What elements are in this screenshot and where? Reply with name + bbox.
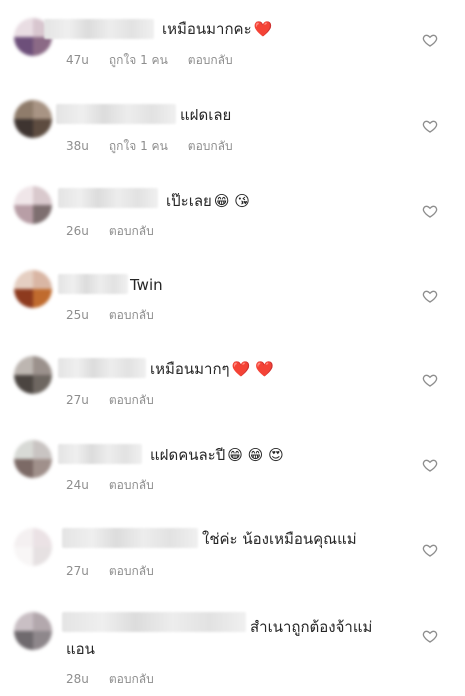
comment-text: เป๊ะเลย 😁 😘 bbox=[166, 192, 250, 210]
comment-time: 26u bbox=[66, 224, 89, 238]
likes-count[interactable]: ถูกใจ 1 คน bbox=[109, 53, 168, 67]
comment-time: 47u bbox=[66, 53, 89, 67]
heart-emoji: ❤️ bbox=[253, 20, 273, 38]
comment-meta: 28u ตอบกลับ bbox=[66, 670, 174, 689]
username-redacted[interactable] bbox=[58, 188, 158, 208]
avatar[interactable] bbox=[14, 186, 52, 224]
username-redacted[interactable] bbox=[44, 19, 154, 39]
username-redacted[interactable] bbox=[58, 358, 146, 378]
avatar[interactable] bbox=[14, 612, 52, 650]
avatar[interactable] bbox=[14, 528, 52, 566]
avatar[interactable] bbox=[14, 440, 52, 478]
comment-meta: 47u ถูกใจ 1 คน ตอบกลับ bbox=[66, 51, 253, 70]
reply-button[interactable]: ตอบกลับ bbox=[109, 478, 154, 492]
comment-text-continued: แอน bbox=[66, 640, 95, 658]
comment-time: 27u bbox=[66, 393, 89, 407]
reply-button[interactable]: ตอบกลับ bbox=[109, 308, 154, 322]
comment-text: เหมือนมากคะ ❤️ bbox=[162, 20, 273, 38]
username-redacted[interactable] bbox=[62, 528, 198, 548]
reply-button[interactable]: ตอบกลับ bbox=[109, 393, 154, 407]
comment-time: 24u bbox=[66, 478, 89, 492]
comment-time: 38u bbox=[66, 139, 89, 153]
like-heart-icon[interactable] bbox=[422, 628, 438, 644]
like-heart-icon[interactable] bbox=[422, 32, 438, 48]
comment-text: แฝดเลย bbox=[180, 106, 232, 124]
like-heart-icon[interactable] bbox=[422, 372, 438, 388]
comment-time: 27u bbox=[66, 564, 89, 578]
emoji: 😁 😁 😍 bbox=[227, 446, 284, 464]
avatar[interactable] bbox=[14, 100, 52, 138]
reply-button[interactable]: ตอบกลับ bbox=[188, 139, 233, 153]
username-redacted[interactable] bbox=[58, 274, 128, 294]
heart-emoji: ❤️ ❤️ bbox=[231, 360, 274, 378]
like-heart-icon[interactable] bbox=[422, 118, 438, 134]
comment-meta: 26u ตอบกลับ bbox=[66, 222, 174, 241]
emoji: 😁 😘 bbox=[213, 192, 250, 210]
comment-meta: 27u ตอบกลับ bbox=[66, 562, 174, 581]
comment-meta: 38u ถูกใจ 1 คน ตอบกลับ bbox=[66, 137, 253, 156]
reply-button[interactable]: ตอบกลับ bbox=[109, 564, 154, 578]
avatar[interactable] bbox=[14, 356, 52, 394]
reply-button[interactable]: ตอบกลับ bbox=[188, 53, 233, 67]
reply-button[interactable]: ตอบกลับ bbox=[109, 224, 154, 238]
comment-time: 25u bbox=[66, 308, 89, 322]
comment-text: ใช่ค่ะ น้องเหมือนคุณแม่ bbox=[202, 530, 357, 548]
like-heart-icon[interactable] bbox=[422, 457, 438, 473]
comment-meta: 27u ตอบกลับ bbox=[66, 391, 174, 410]
like-heart-icon[interactable] bbox=[422, 288, 438, 304]
username-redacted[interactable] bbox=[58, 444, 142, 464]
username-redacted[interactable] bbox=[56, 104, 176, 124]
comment-text: Twin bbox=[130, 276, 163, 294]
username-redacted[interactable] bbox=[62, 612, 246, 632]
likes-count[interactable]: ถูกใจ 1 คน bbox=[109, 139, 168, 153]
comment-time: 28u bbox=[66, 672, 89, 686]
comment-meta: 24u ตอบกลับ bbox=[66, 476, 174, 495]
like-heart-icon[interactable] bbox=[422, 203, 438, 219]
comment-text: สำเนาถูกต้องจ้าแม่ bbox=[250, 618, 373, 636]
comment-text: แฝดคนละปี 😁 😁 😍 bbox=[150, 446, 284, 464]
avatar[interactable] bbox=[14, 270, 52, 308]
reply-button[interactable]: ตอบกลับ bbox=[109, 672, 154, 686]
like-heart-icon[interactable] bbox=[422, 542, 438, 558]
comment-text: เหมือนมากๆ ❤️ ❤️ bbox=[150, 360, 274, 378]
comment-meta: 25u ตอบกลับ bbox=[66, 306, 174, 325]
